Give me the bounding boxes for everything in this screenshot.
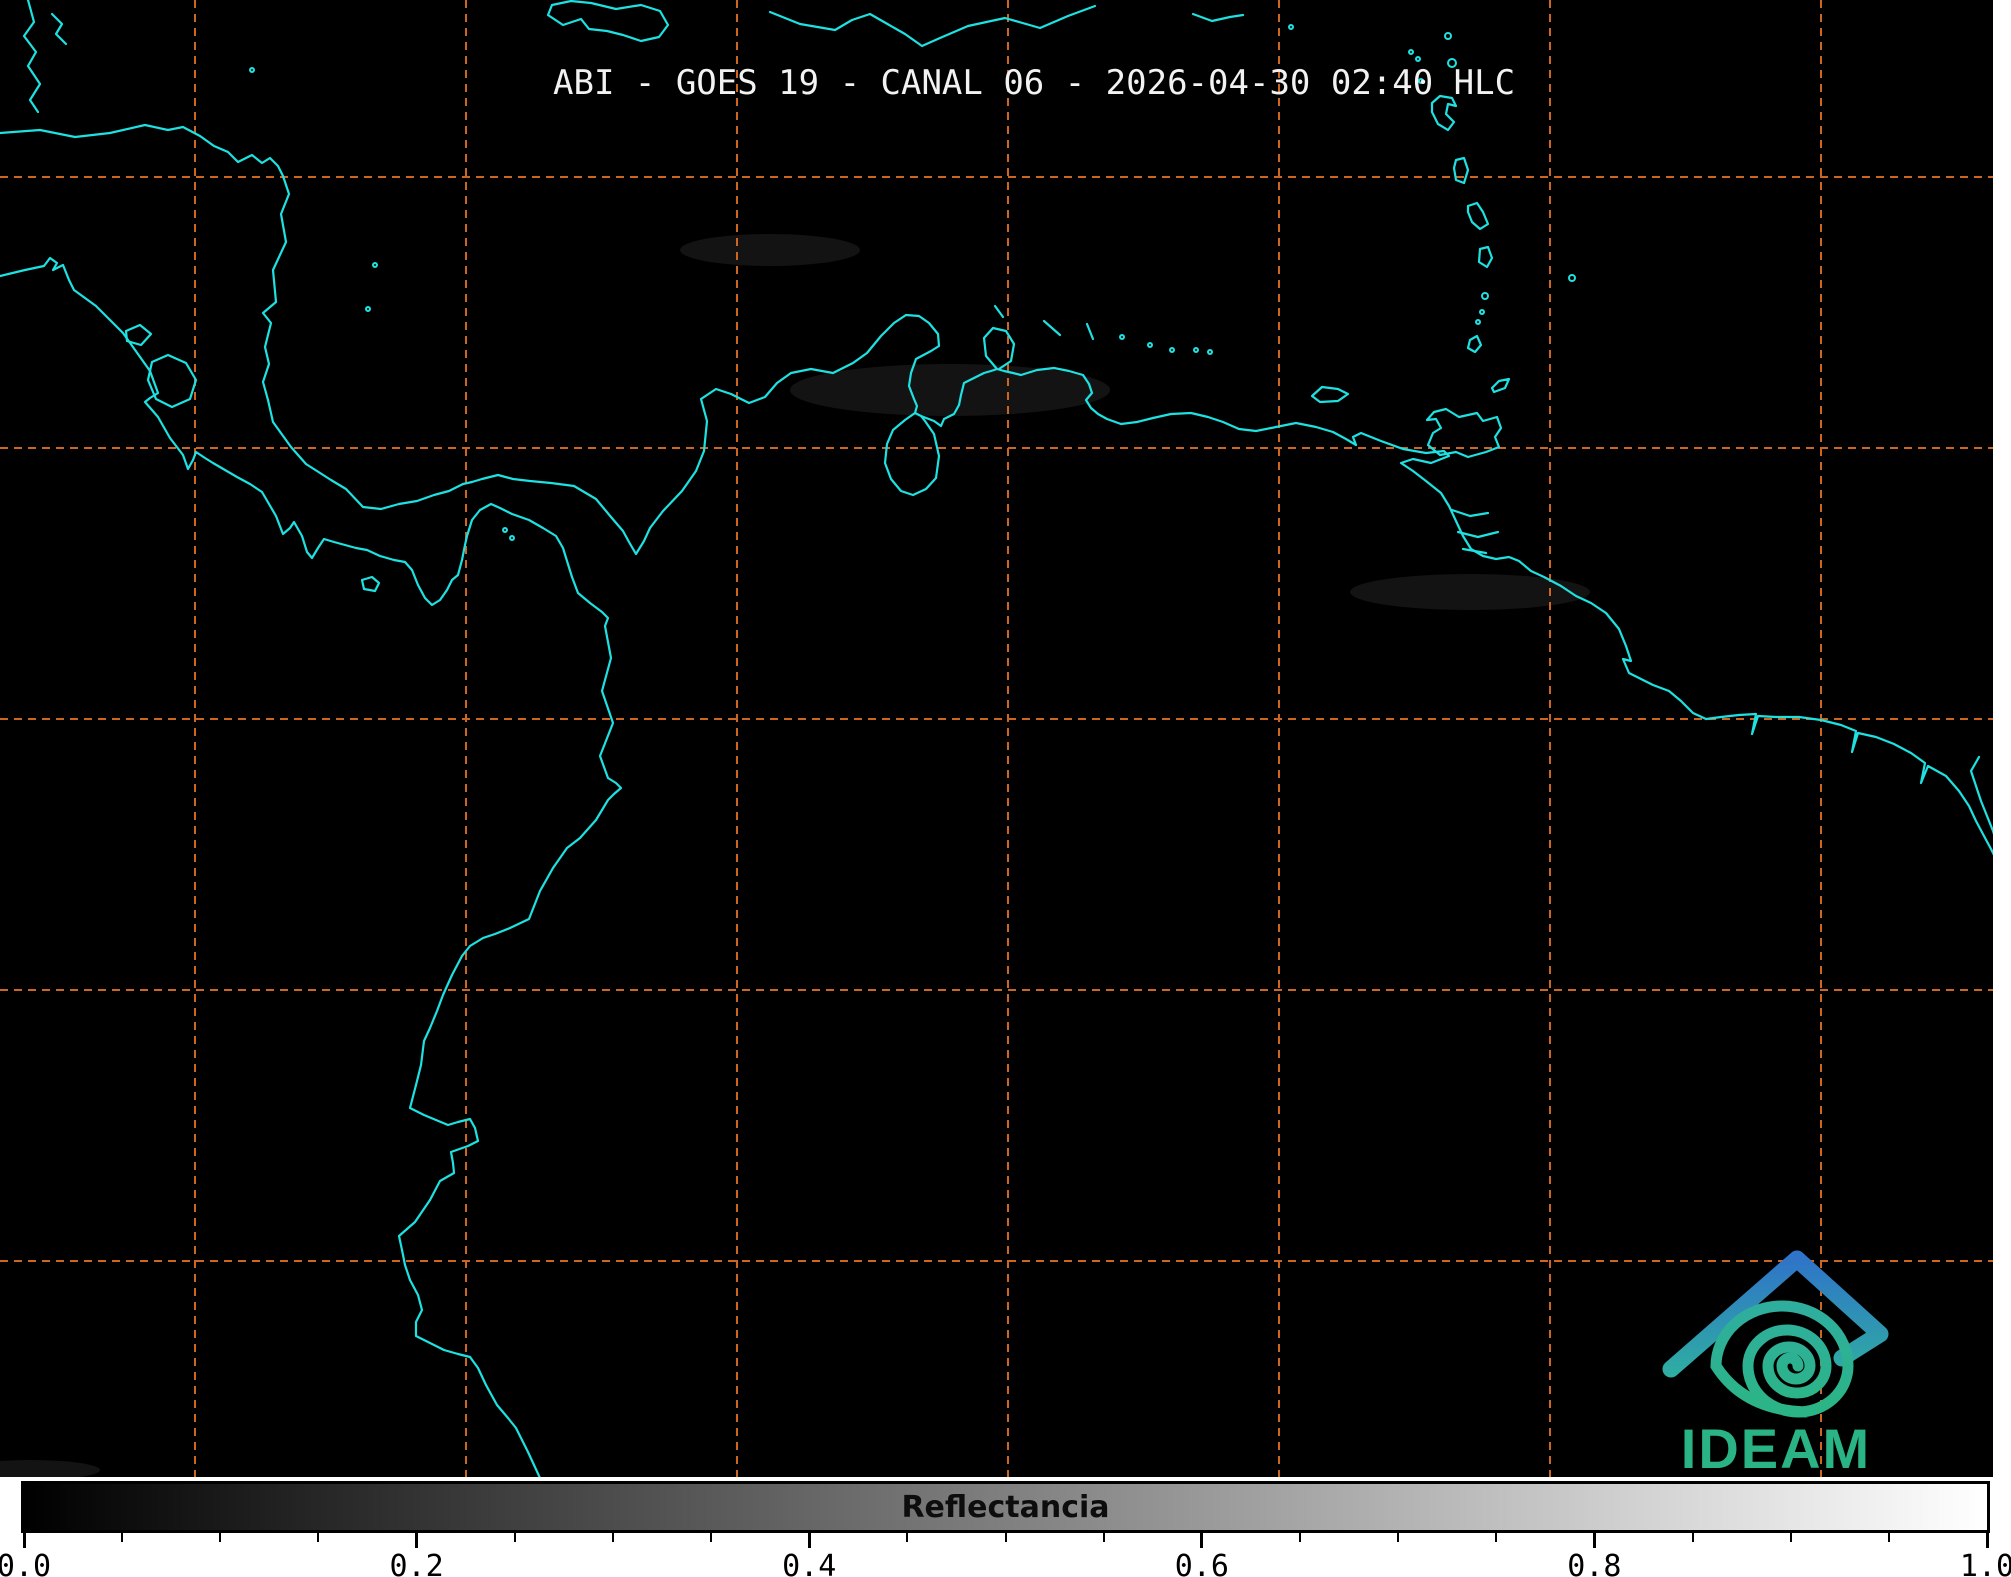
coastline [1191,12,1245,23]
island-dot [1444,32,1452,40]
island-dot [1568,274,1576,282]
coastline [546,0,670,43]
island-dot [1481,292,1489,300]
coastline [0,123,1993,856]
island-dot [1147,342,1153,348]
coastline [1477,245,1494,269]
ideam-logo: IDEAM [1662,1250,1889,1477]
coastline [1461,547,1488,555]
island-dot [509,535,515,541]
coastline [22,0,42,114]
coastline [768,4,1097,48]
coastline [50,12,68,46]
island-dot [1288,24,1294,30]
island-dot [1479,309,1485,315]
coastline [1085,322,1095,341]
coastline [0,256,623,1477]
coastline [1042,319,1062,337]
faint-cloud-patches [0,234,1590,1477]
colorbar-minor-tick [1298,1533,1301,1542]
colorbar-minor-tick [1789,1533,1792,1542]
island-dot [1193,347,1199,353]
coastline [1452,156,1470,185]
colorbar-minor-tick [513,1533,516,1542]
faint-cloud [790,364,1110,416]
faint-cloud [1350,574,1590,610]
colorbar-minor-tick [1004,1533,1007,1542]
colorbar-major-tick [415,1533,419,1548]
colorbar-tick-label: 1.0 [1959,1549,2011,1577]
colorbar-major-tick [1592,1533,1596,1548]
coastline [1450,508,1490,518]
colorbar-minor-tick [710,1533,713,1542]
image-title: ABI - GOES 19 - CANAL 06 - 2026-04-30 02… [553,63,1516,103]
colorbar-minor-tick [1495,1533,1498,1542]
colorbar-major-tick [807,1533,811,1548]
colorbar-minor-tick [1887,1533,1890,1542]
colorbar-minor-tick [1691,1533,1694,1542]
coastline [883,411,941,497]
colorbar-major-tick [22,1533,26,1548]
logo-hurricane-spiral-icon [1710,1300,1854,1418]
satellite-map: IDEAM [0,0,1993,1477]
colorbar-tick-label: 0.8 [1567,1549,1622,1577]
colorbar-area: Reflectancia 0.0 0.2 0.4 0.6 0.8 1.0 [0,1477,2011,1577]
island-dot [1475,319,1481,325]
colorbar-minor-tick [906,1533,909,1542]
colorbar-minor-tick [1102,1533,1105,1542]
coastline [982,326,1016,371]
coastline [1466,201,1490,231]
map-canvas: IDEAM ABI - GOES 19 - CANAL 06 - 2026-04… [0,0,1993,1477]
coastline [1490,377,1511,394]
colorbar-minor-tick [219,1533,222,1542]
island-dot [372,262,378,268]
colorbar-tick-label: 0.2 [389,1549,444,1577]
colorbar-tick-label: 0.6 [1174,1549,1229,1577]
island-dot [502,527,508,533]
colorbar-major-tick [1985,1533,1989,1548]
coastline [360,575,381,593]
colorbar-major-tick [1200,1533,1204,1548]
latlon-gridlines [0,0,1993,1477]
screenshot-stage: IDEAM ABI - GOES 19 - CANAL 06 - 2026-04… [0,0,2011,1577]
colorbar-minor-tick [611,1533,614,1542]
coastline [1425,407,1503,459]
colorbar-label: Reflectancia [901,1489,1110,1525]
faint-cloud [680,234,860,266]
island-dot [1169,347,1175,353]
island-dot [365,306,371,312]
island-dot [1119,334,1125,340]
island-dot [1408,49,1414,55]
island-dot [249,67,255,73]
coastline [1466,334,1483,354]
ideam-logo-text: IDEAM [1681,1417,1871,1477]
colorbar-tick-label: 0.4 [782,1549,837,1577]
colorbar-gradient: Reflectancia [21,1481,1990,1533]
island-dot [1415,56,1421,62]
colorbar-tick-label: 0.0 [0,1549,52,1577]
colorbar-minor-tick [121,1533,124,1542]
coastlines [0,0,1993,1477]
colorbar-minor-tick [1397,1533,1400,1542]
coastline [1310,385,1350,404]
coastline [124,323,153,347]
island-dot [1207,349,1213,355]
faint-cloud [0,1460,100,1477]
coastline [146,353,198,409]
coastline [993,304,1005,319]
colorbar-minor-tick [317,1533,320,1542]
